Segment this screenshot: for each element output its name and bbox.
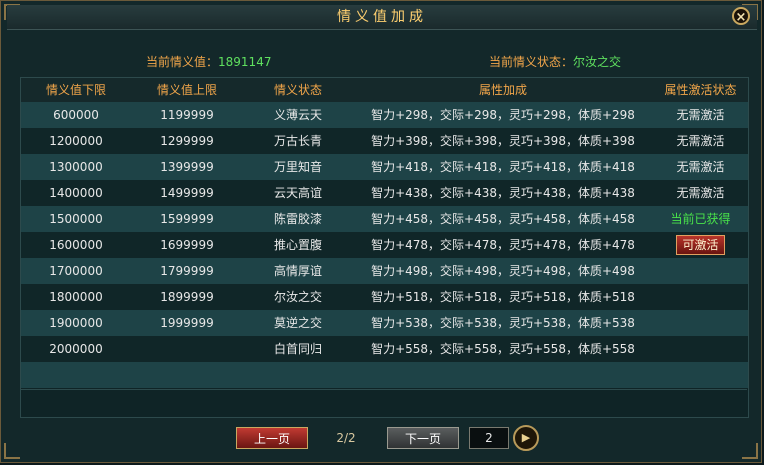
activate-button[interactable]: 可激活 <box>676 235 725 255</box>
cell-state: 万里知音 <box>273 160 322 174</box>
current-value: 1891147 <box>218 55 272 69</box>
cell-state: 高情厚谊 <box>273 264 322 278</box>
cell-bonus: 智力+558，交际+558，灵巧+558，体质+558 <box>371 342 635 356</box>
cell-bonus: 智力+398，交际+398，灵巧+398，体质+398 <box>371 134 635 148</box>
cell-min: 1900000 <box>49 316 103 330</box>
window-title: 情义值加成 <box>337 9 427 25</box>
cell-max: 1899999 <box>160 290 214 304</box>
current-value-status: 当前情义值：1891147 <box>146 53 271 70</box>
table-row: 1700000 1799999 高情厚谊 智力+498，交际+498，灵巧+49… <box>21 258 748 284</box>
column-header-activation: 属性激活状态 <box>664 83 737 97</box>
column-header-max: 情义值上限 <box>156 83 217 97</box>
current-value-label: 当前情义值： <box>146 55 219 69</box>
cell-max: 1299999 <box>160 134 214 148</box>
go-page-icon[interactable]: ▶ <box>513 425 539 451</box>
cell-state: 白首同归 <box>273 342 322 356</box>
page-number-input[interactable] <box>469 427 509 449</box>
cell-bonus: 智力+518，交际+518，灵巧+518，体质+518 <box>371 290 635 304</box>
next-page-button[interactable]: 下一页 <box>387 427 459 449</box>
table-header: 情义值下限 情义值上限 情义状态 属性加成 属性激活状态 <box>21 78 748 102</box>
cell-max: 1199999 <box>160 108 214 122</box>
cell-bonus: 智力+298，交际+298，灵巧+298，体质+298 <box>371 108 635 122</box>
title-bar: 情义值加成 <box>7 5 757 30</box>
cell-activation: 可激活 <box>653 232 748 258</box>
cell-min: 1700000 <box>49 264 103 278</box>
cell-bonus: 智力+438，交际+438，灵巧+438，体质+438 <box>371 186 635 200</box>
cell-activation: 无需激活 <box>676 134 725 148</box>
cell-state: 陈雷胶漆 <box>273 212 322 226</box>
column-header-bonus: 属性加成 <box>478 83 527 97</box>
current-state-status: 当前情义状态：尔汝之交 <box>489 53 621 70</box>
cell-bonus: 智力+538，交际+538，灵巧+538，体质+538 <box>371 316 635 330</box>
cell-activation: 无需激活 <box>676 186 725 200</box>
prev-page-button[interactable]: 上一页 <box>236 427 308 449</box>
cell-state: 推心置腹 <box>273 238 322 252</box>
cell-min: 1500000 <box>49 212 103 226</box>
cell-bonus: 智力+458，交际+458，灵巧+458，体质+458 <box>371 212 635 226</box>
pager: 上一页 2/2 下一页 ▶ <box>1 419 764 459</box>
cell-max: 1499999 <box>160 186 214 200</box>
cell-activation: 无需激活 <box>676 108 725 122</box>
cell-min: 1200000 <box>49 134 103 148</box>
cell-min: 1300000 <box>49 160 103 174</box>
column-header-min: 情义值下限 <box>45 83 106 97</box>
current-state: 尔汝之交 <box>573 55 622 69</box>
table-row: 1300000 1399999 万里知音 智力+418，交际+418，灵巧+41… <box>21 154 748 180</box>
table-row: 1600000 1699999 推心置腹 智力+478，交际+478，灵巧+47… <box>21 232 748 258</box>
cell-min: 600000 <box>53 108 99 122</box>
cell-activation: 无需激活 <box>676 160 725 174</box>
divider <box>20 389 747 390</box>
cell-bonus: 智力+478，交际+478，灵巧+478，体质+478 <box>371 238 635 252</box>
cell-state: 万古长青 <box>273 134 322 148</box>
table-row: 600000 1199999 义薄云天 智力+298，交际+298，灵巧+298… <box>21 102 748 128</box>
cell-min: 1400000 <box>49 186 103 200</box>
cell-min: 1800000 <box>49 290 103 304</box>
cell-bonus: 智力+498，交际+498，灵巧+498，体质+498 <box>371 264 635 278</box>
cell-max: 1399999 <box>160 160 214 174</box>
dialog-frame: 情义值加成 × 当前情义值：1891147 当前情义状态：尔汝之交 情义值下限 … <box>0 0 762 463</box>
table-row: 1500000 1599999 陈雷胶漆 智力+458，交际+458，灵巧+45… <box>21 206 748 232</box>
cell-max: 1699999 <box>160 238 214 252</box>
current-state-label: 当前情义状态： <box>489 55 574 69</box>
cell-state: 莫逆之交 <box>273 316 322 330</box>
cell-max: 1799999 <box>160 264 214 278</box>
cell-state: 义薄云天 <box>273 108 322 122</box>
cell-activation: 当前已获得 <box>670 212 731 226</box>
cell-bonus: 智力+418，交际+418，灵巧+418，体质+418 <box>371 160 635 174</box>
close-icon[interactable]: × <box>732 7 750 25</box>
bonus-table: 情义值下限 情义值上限 情义状态 属性加成 属性激活状态 600000 1199… <box>20 77 749 418</box>
table-row: 1900000 1999999 莫逆之交 智力+538，交际+538，灵巧+53… <box>21 310 748 336</box>
cell-max: 1599999 <box>160 212 214 226</box>
table-row: 1800000 1899999 尔汝之交 智力+518，交际+518，灵巧+51… <box>21 284 748 310</box>
column-header-state: 情义状态 <box>273 83 322 97</box>
cell-state: 云天高谊 <box>273 186 322 200</box>
cell-min: 1600000 <box>49 238 103 252</box>
table-row: 1400000 1499999 云天高谊 智力+438，交际+438，灵巧+43… <box>21 180 748 206</box>
page-indicator: 2/2 <box>336 431 356 445</box>
table-row-empty <box>21 362 748 388</box>
table-row: 1200000 1299999 万古长青 智力+398，交际+398，灵巧+39… <box>21 128 748 154</box>
cell-state: 尔汝之交 <box>273 290 322 304</box>
cell-max: 1999999 <box>160 316 214 330</box>
table-row: 2000000 白首同归 智力+558，交际+558，灵巧+558，体质+558 <box>21 336 748 362</box>
cell-min: 2000000 <box>49 342 103 356</box>
